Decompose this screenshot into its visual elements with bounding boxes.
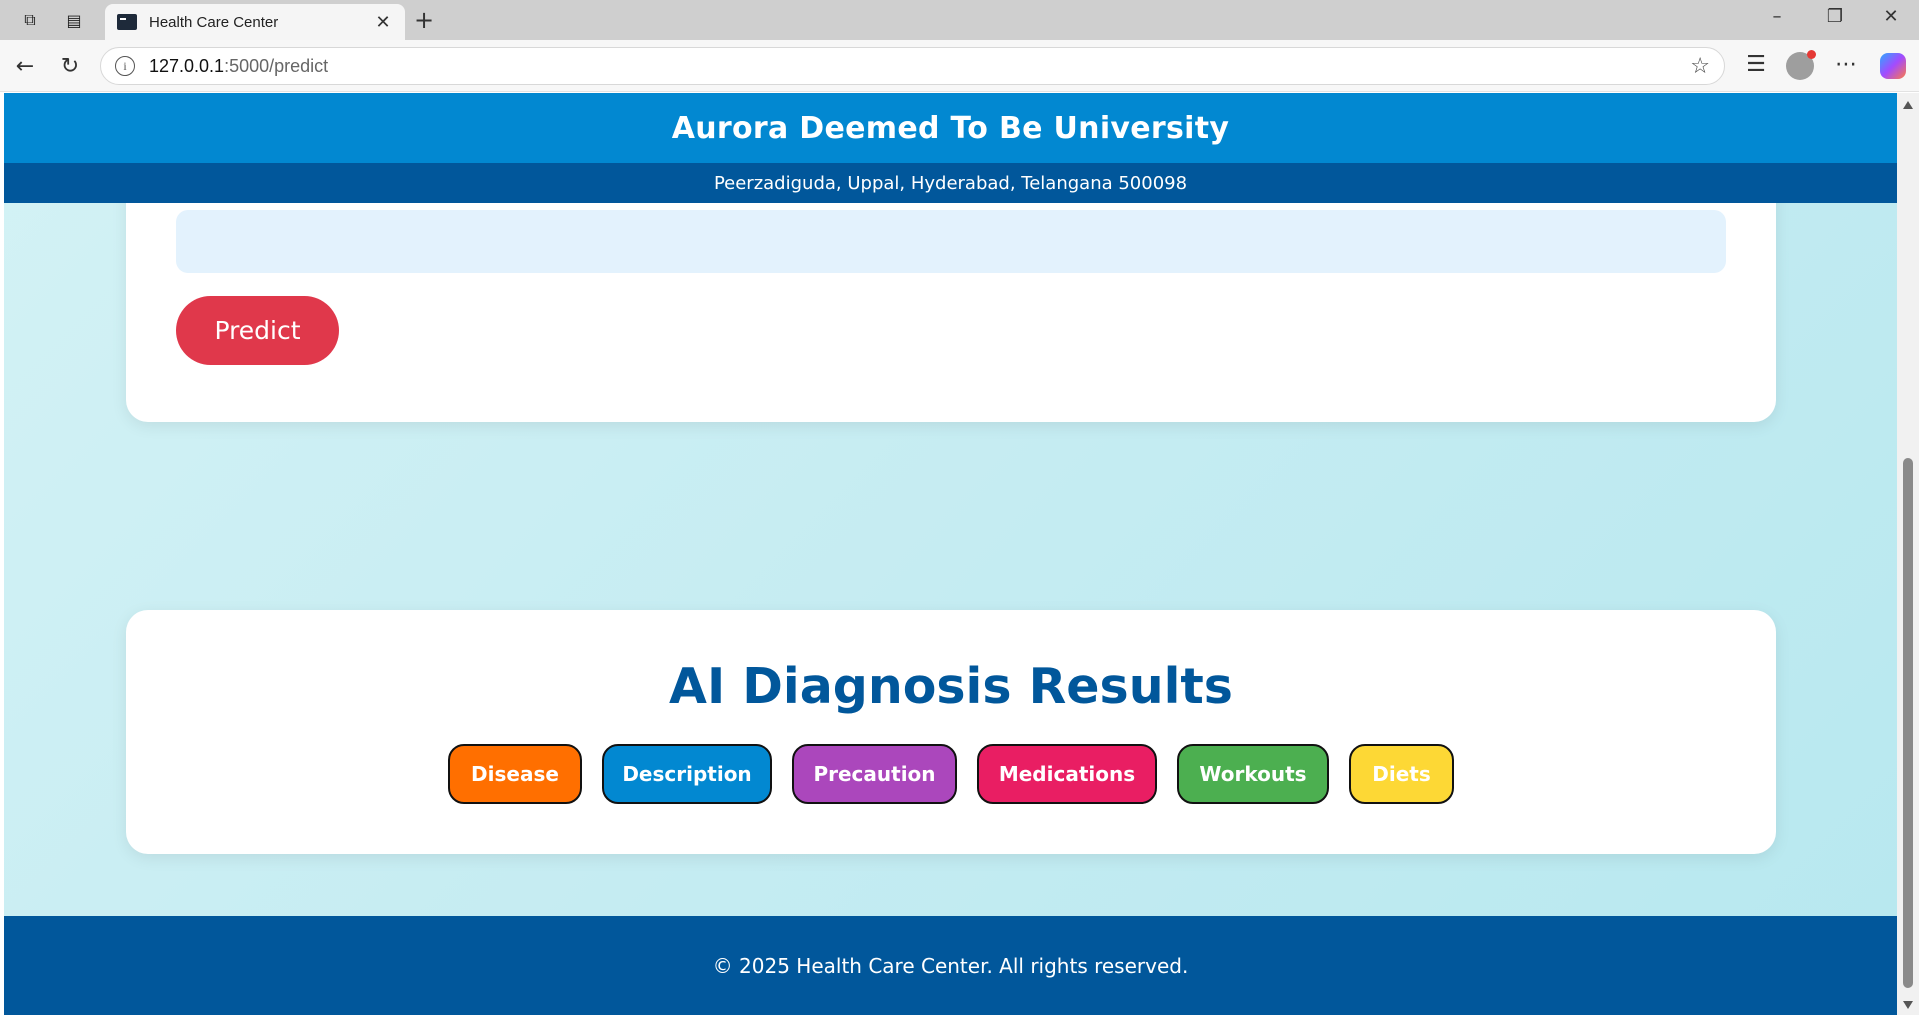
- footer-text: © 2025 Health Care Center. All rights re…: [712, 953, 1189, 978]
- scroll-down-arrow-icon[interactable]: [1903, 1001, 1913, 1009]
- close-window-icon[interactable]: ✕: [1866, 6, 1916, 27]
- university-address: Peerzadiguda, Uppal, Hyderabad, Telangan…: [713, 172, 1188, 194]
- disease-button[interactable]: Disease: [448, 744, 582, 804]
- description-button[interactable]: Description: [602, 744, 772, 804]
- diets-button[interactable]: Diets: [1349, 744, 1454, 804]
- close-tab-icon[interactable]: ✕: [371, 12, 395, 33]
- browser-tab-strip: ⧉ ▤ Health Care Center ✕ + – ❐ ✕: [0, 0, 1919, 40]
- reload-icon[interactable]: ↻: [55, 54, 85, 79]
- workouts-button[interactable]: Workouts: [1177, 744, 1329, 804]
- favorites-icon[interactable]: ☰: [1740, 52, 1772, 77]
- symptoms-input[interactable]: [176, 210, 1726, 273]
- page-scrollbar[interactable]: [1897, 93, 1919, 1015]
- workspaces-icon[interactable]: ⧉: [16, 8, 44, 32]
- url-path: :5000/predict: [224, 55, 329, 76]
- results-heading: AI Diagnosis Results: [669, 658, 1233, 715]
- site-header: Aurora Deemed To Be University: [4, 93, 1897, 163]
- favorite-star-icon[interactable]: ☆: [1690, 54, 1710, 79]
- precaution-button[interactable]: Precaution: [792, 744, 957, 804]
- scrollbar-thumb[interactable]: [1903, 458, 1913, 988]
- browser-toolbar: ← ↻ i 127.0.0.1:5000/predict ☆ ☰ ⋯: [0, 40, 1919, 92]
- new-tab-icon[interactable]: +: [414, 6, 434, 34]
- browser-tab[interactable]: Health Care Center ✕: [105, 4, 405, 40]
- scroll-up-arrow-icon[interactable]: [1903, 101, 1913, 109]
- university-title: Aurora Deemed To Be University: [671, 110, 1230, 146]
- terminal-favicon-icon: [117, 14, 137, 30]
- address-bar[interactable]: i 127.0.0.1:5000/predict ☆: [100, 47, 1725, 85]
- medications-button[interactable]: Medications: [977, 744, 1157, 804]
- minimize-icon[interactable]: –: [1752, 6, 1802, 27]
- results-card: AI Diagnosis Results Disease Description…: [126, 610, 1776, 854]
- vertical-tabs-icon[interactable]: ▤: [60, 8, 88, 32]
- url-host: 127.0.0.1: [149, 55, 225, 76]
- back-icon[interactable]: ←: [10, 54, 40, 79]
- site-footer: © 2025 Health Care Center. All rights re…: [4, 916, 1897, 1015]
- page-content: Predict Aurora Deemed To Be University P…: [4, 93, 1897, 1015]
- address-bar-strip: Peerzadiguda, Uppal, Hyderabad, Telangan…: [4, 163, 1897, 203]
- restore-icon[interactable]: ❐: [1810, 6, 1860, 27]
- site-info-icon[interactable]: i: [115, 56, 135, 76]
- tab-title: Health Care Center: [149, 13, 279, 31]
- more-options-icon[interactable]: ⋯: [1830, 52, 1862, 77]
- profile-avatar[interactable]: [1786, 50, 1816, 80]
- result-buttons: Disease Description Precaution Medicatio…: [126, 744, 1776, 804]
- predict-button[interactable]: Predict: [176, 296, 339, 365]
- symptom-form-card: Predict: [126, 173, 1776, 422]
- copilot-icon[interactable]: [1880, 53, 1906, 79]
